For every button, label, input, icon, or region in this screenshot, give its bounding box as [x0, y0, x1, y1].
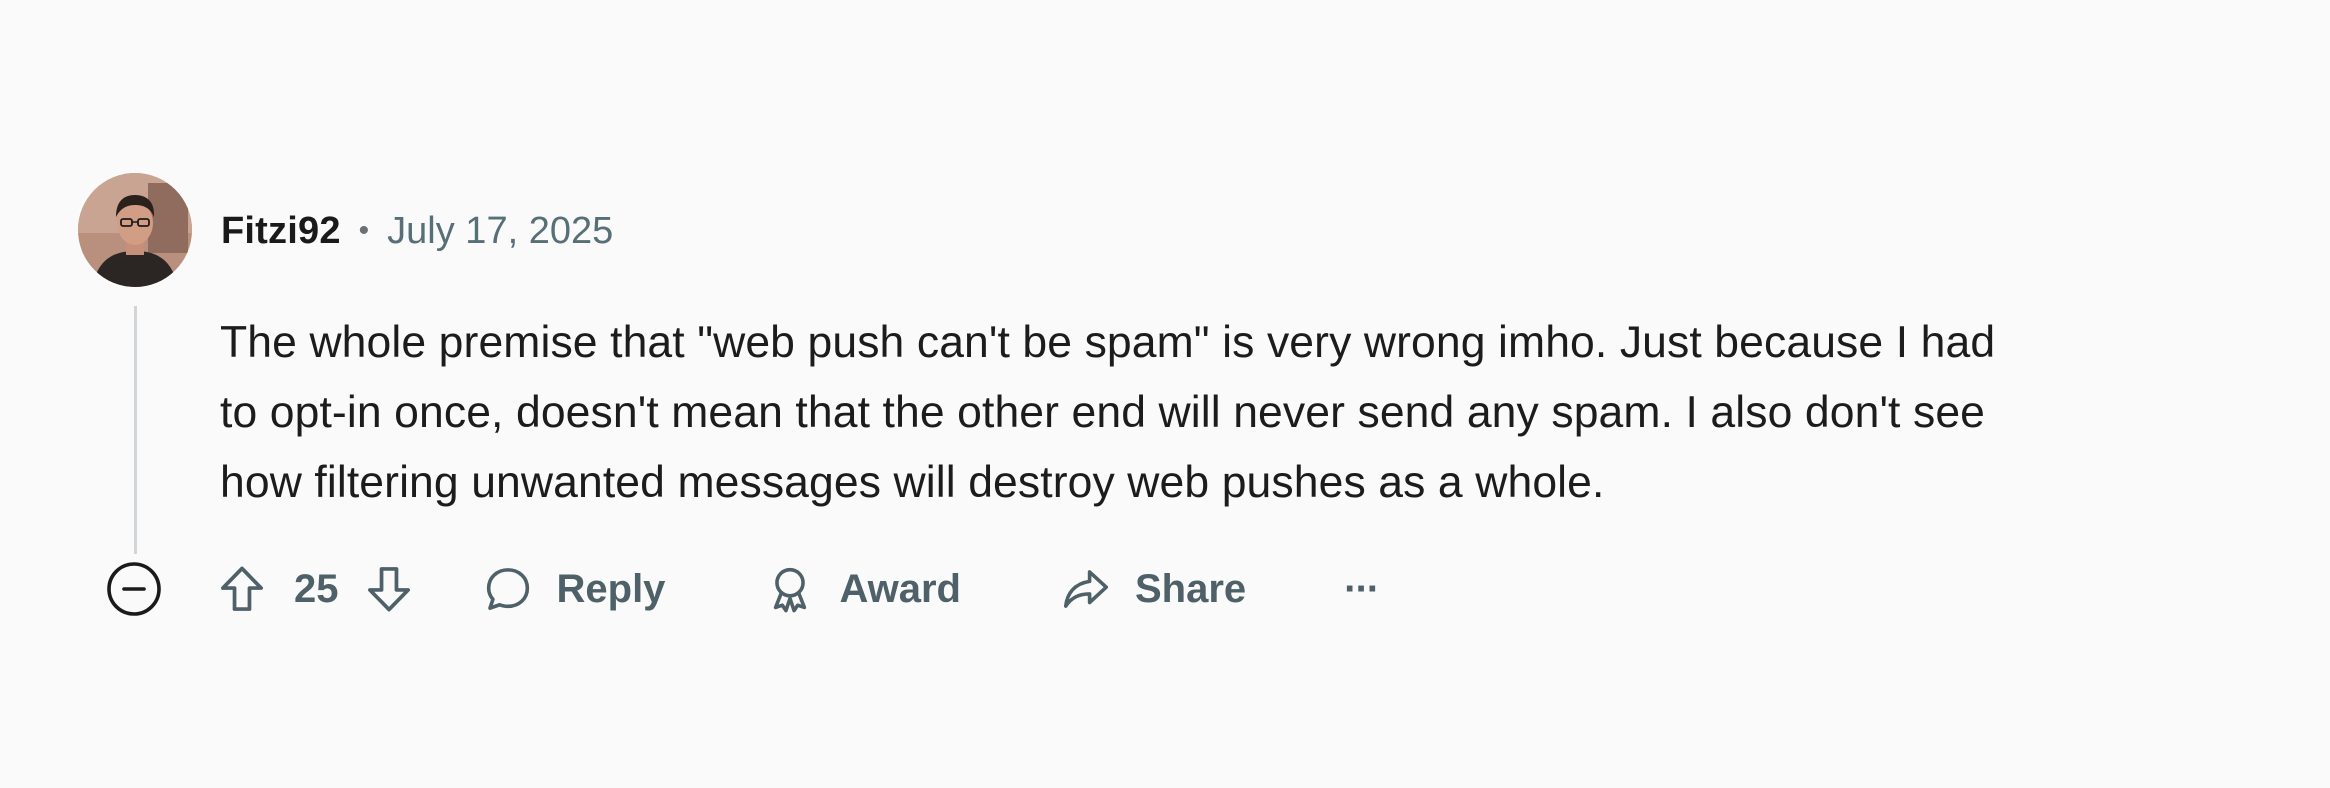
author-name[interactable]: Fitzi92 — [221, 210, 341, 253]
action-bar: 25 Reply Award Share ··· — [214, 552, 1380, 626]
comment-line: to opt-in once, doesn't mean that the ot… — [220, 388, 1986, 437]
more-options-button[interactable]: ··· — [1344, 566, 1380, 612]
speech-bubble-icon — [486, 568, 529, 610]
arrow-down-icon — [367, 567, 410, 612]
award-button[interactable]: Award — [763, 562, 961, 616]
ellipsis-icon: ··· — [1344, 566, 1380, 611]
collapse-button[interactable] — [106, 561, 162, 617]
minus-circle-icon — [107, 562, 161, 616]
comment-meta: Fitzi92 • July 17, 2025 — [221, 209, 613, 253]
share-button[interactable]: Share — [1059, 562, 1246, 616]
downvote-button[interactable] — [361, 561, 417, 617]
comment-card: Fitzi92 • July 17, 2025 The whole premis… — [0, 0, 2330, 788]
share-label: Share — [1134, 566, 1247, 611]
meta-separator: • — [358, 214, 370, 247]
comment-date[interactable]: July 17, 2025 — [387, 210, 613, 253]
arrow-up-icon — [221, 566, 263, 611]
upvote-button[interactable] — [214, 561, 270, 617]
comment-line: The whole premise that "web push can't b… — [220, 318, 1996, 367]
avatar[interactable] — [78, 173, 192, 287]
comment-body: The whole premise that "web push can't b… — [220, 308, 2280, 518]
vote-score: 25 — [294, 566, 339, 611]
comment-line: how filtering unwanted messages will des… — [220, 458, 1605, 507]
award-ribbon-icon — [774, 567, 807, 613]
avatar-image — [78, 173, 192, 287]
award-label: Award — [839, 566, 961, 611]
reply-button[interactable]: Reply — [481, 562, 666, 616]
vote-controls: 25 — [214, 561, 417, 617]
thread-line[interactable] — [134, 306, 137, 554]
reply-label: Reply — [556, 566, 666, 611]
share-arrow-icon — [1063, 570, 1109, 608]
